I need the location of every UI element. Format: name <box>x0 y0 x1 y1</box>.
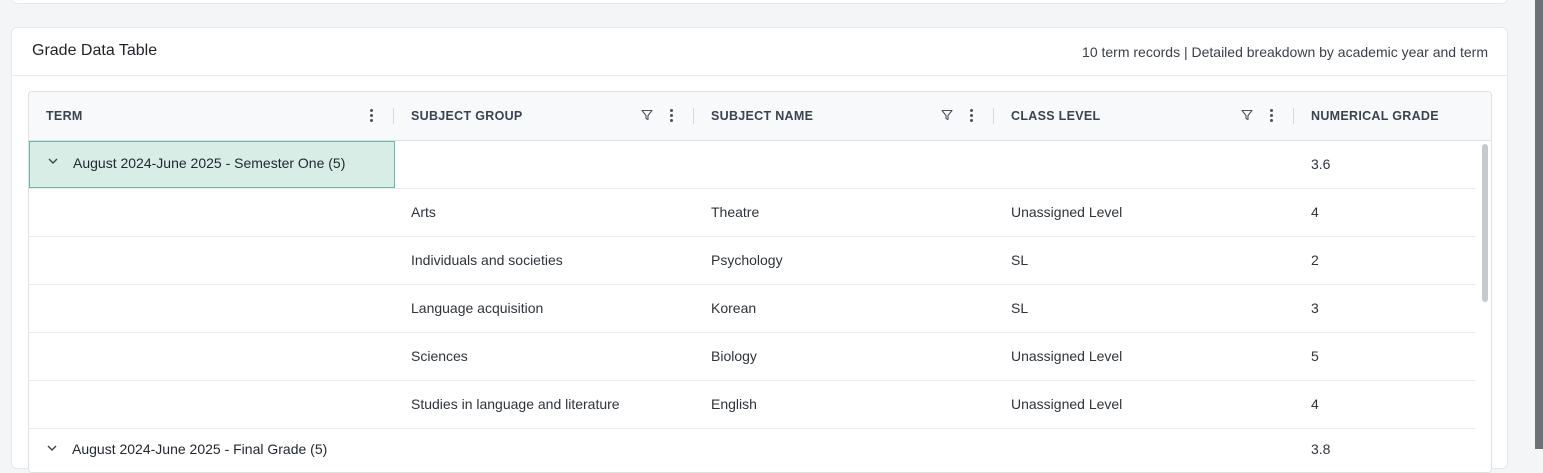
table-row[interactable]: Language acquisition Korean SL 3 <box>29 285 1476 333</box>
column-header-label: SUBJECT NAME <box>711 109 814 123</box>
numerical-grade-cell: 4 <box>1311 204 1319 220</box>
group-row[interactable]: August 2024-June 2025 - Semester One (5)… <box>29 141 1476 189</box>
table-row[interactable]: Arts Theatre Unassigned Level 4 <box>29 189 1476 237</box>
numerical-grade-cell: 5 <box>1311 348 1319 364</box>
column-header-numerical-grade[interactable]: NUMERICAL GRADE <box>1294 92 1491 140</box>
card-subtitle: 10 term records | Detailed breakdown by … <box>1082 44 1488 60</box>
table-row[interactable]: Studies in language and literature Engli… <box>29 381 1476 429</box>
filter-icon[interactable] <box>641 109 653 121</box>
column-menu-icon[interactable] <box>369 108 373 124</box>
subject-name-cell: Psychology <box>711 252 783 268</box>
subject-name-cell: Biology <box>711 348 757 364</box>
class-level-cell: SL <box>1011 252 1029 268</box>
card-title: Grade Data Table <box>32 42 158 59</box>
class-level-cell: Unassigned Level <box>1011 204 1123 220</box>
filter-icon[interactable] <box>941 109 953 121</box>
column-header-subject-name[interactable]: SUBJECT NAME <box>694 92 994 140</box>
numerical-grade-cell: 4 <box>1311 396 1319 412</box>
column-header-label: CLASS LEVEL <box>1011 109 1101 123</box>
column-header-label: SUBJECT GROUP <box>411 109 523 123</box>
table-row[interactable]: Individuals and societies Psychology SL … <box>29 237 1476 285</box>
subject-group-cell: Arts <box>411 204 436 220</box>
chevron-down-icon[interactable] <box>47 155 59 167</box>
group-grade: 3.6 <box>1311 156 1331 172</box>
class-level-cell: Unassigned Level <box>1011 396 1123 412</box>
group-label: August 2024-June 2025 - Final Grade (5) <box>72 441 328 457</box>
subject-name-cell: Theatre <box>711 204 760 220</box>
grade-data-card: Grade Data Table 10 term records | Detai… <box>11 27 1508 473</box>
column-menu-icon[interactable] <box>1269 108 1273 124</box>
subject-group-cell: Sciences <box>411 348 468 364</box>
class-level-cell: SL <box>1011 300 1029 316</box>
numerical-grade-cell: 3 <box>1311 300 1319 316</box>
column-header-term[interactable]: TERM <box>29 92 394 140</box>
column-menu-icon[interactable] <box>669 108 673 124</box>
group-grade: 3.8 <box>1311 441 1331 457</box>
column-menu-icon[interactable] <box>969 108 973 124</box>
grid-header-row: TERM SUBJECT GROUP SUBJECT NAME CLASS LE… <box>29 92 1491 141</box>
grid-body: August 2024-June 2025 - Semester One (5)… <box>29 141 1476 472</box>
numerical-grade-cell: 2 <box>1311 252 1319 268</box>
subject-group-cell: Individuals and societies <box>411 252 563 268</box>
column-header-label: TERM <box>46 109 83 123</box>
subject-group-cell: Language acquisition <box>411 300 544 316</box>
group-row[interactable]: August 2024-June 2025 - Final Grade (5) … <box>29 429 1476 472</box>
subject-name-cell: English <box>711 396 757 412</box>
window-edge <box>1535 0 1543 449</box>
group-cell[interactable]: August 2024-June 2025 - Final Grade (5) <box>29 429 429 472</box>
subject-name-cell: Korean <box>711 300 757 316</box>
group-cell-selected[interactable]: August 2024-June 2025 - Semester One (5) <box>29 141 395 188</box>
column-header-class-level[interactable]: CLASS LEVEL <box>994 92 1294 140</box>
class-level-cell: Unassigned Level <box>1011 348 1123 364</box>
vertical-scrollbar[interactable] <box>1482 144 1488 302</box>
column-header-subject-group[interactable]: SUBJECT GROUP <box>394 92 694 140</box>
previous-card <box>11 0 1508 4</box>
table-row[interactable]: Sciences Biology Unassigned Level 5 <box>29 333 1476 381</box>
grade-data-grid: TERM SUBJECT GROUP SUBJECT NAME CLASS LE… <box>28 91 1492 473</box>
card-header: Grade Data Table 10 term records | Detai… <box>12 28 1507 76</box>
group-label: August 2024-June 2025 - Semester One (5) <box>73 155 346 171</box>
filter-icon[interactable] <box>1241 109 1253 121</box>
chevron-down-icon[interactable] <box>46 442 58 454</box>
subject-group-cell: Studies in language and literature <box>411 396 620 412</box>
column-header-label: NUMERICAL GRADE <box>1311 109 1439 123</box>
